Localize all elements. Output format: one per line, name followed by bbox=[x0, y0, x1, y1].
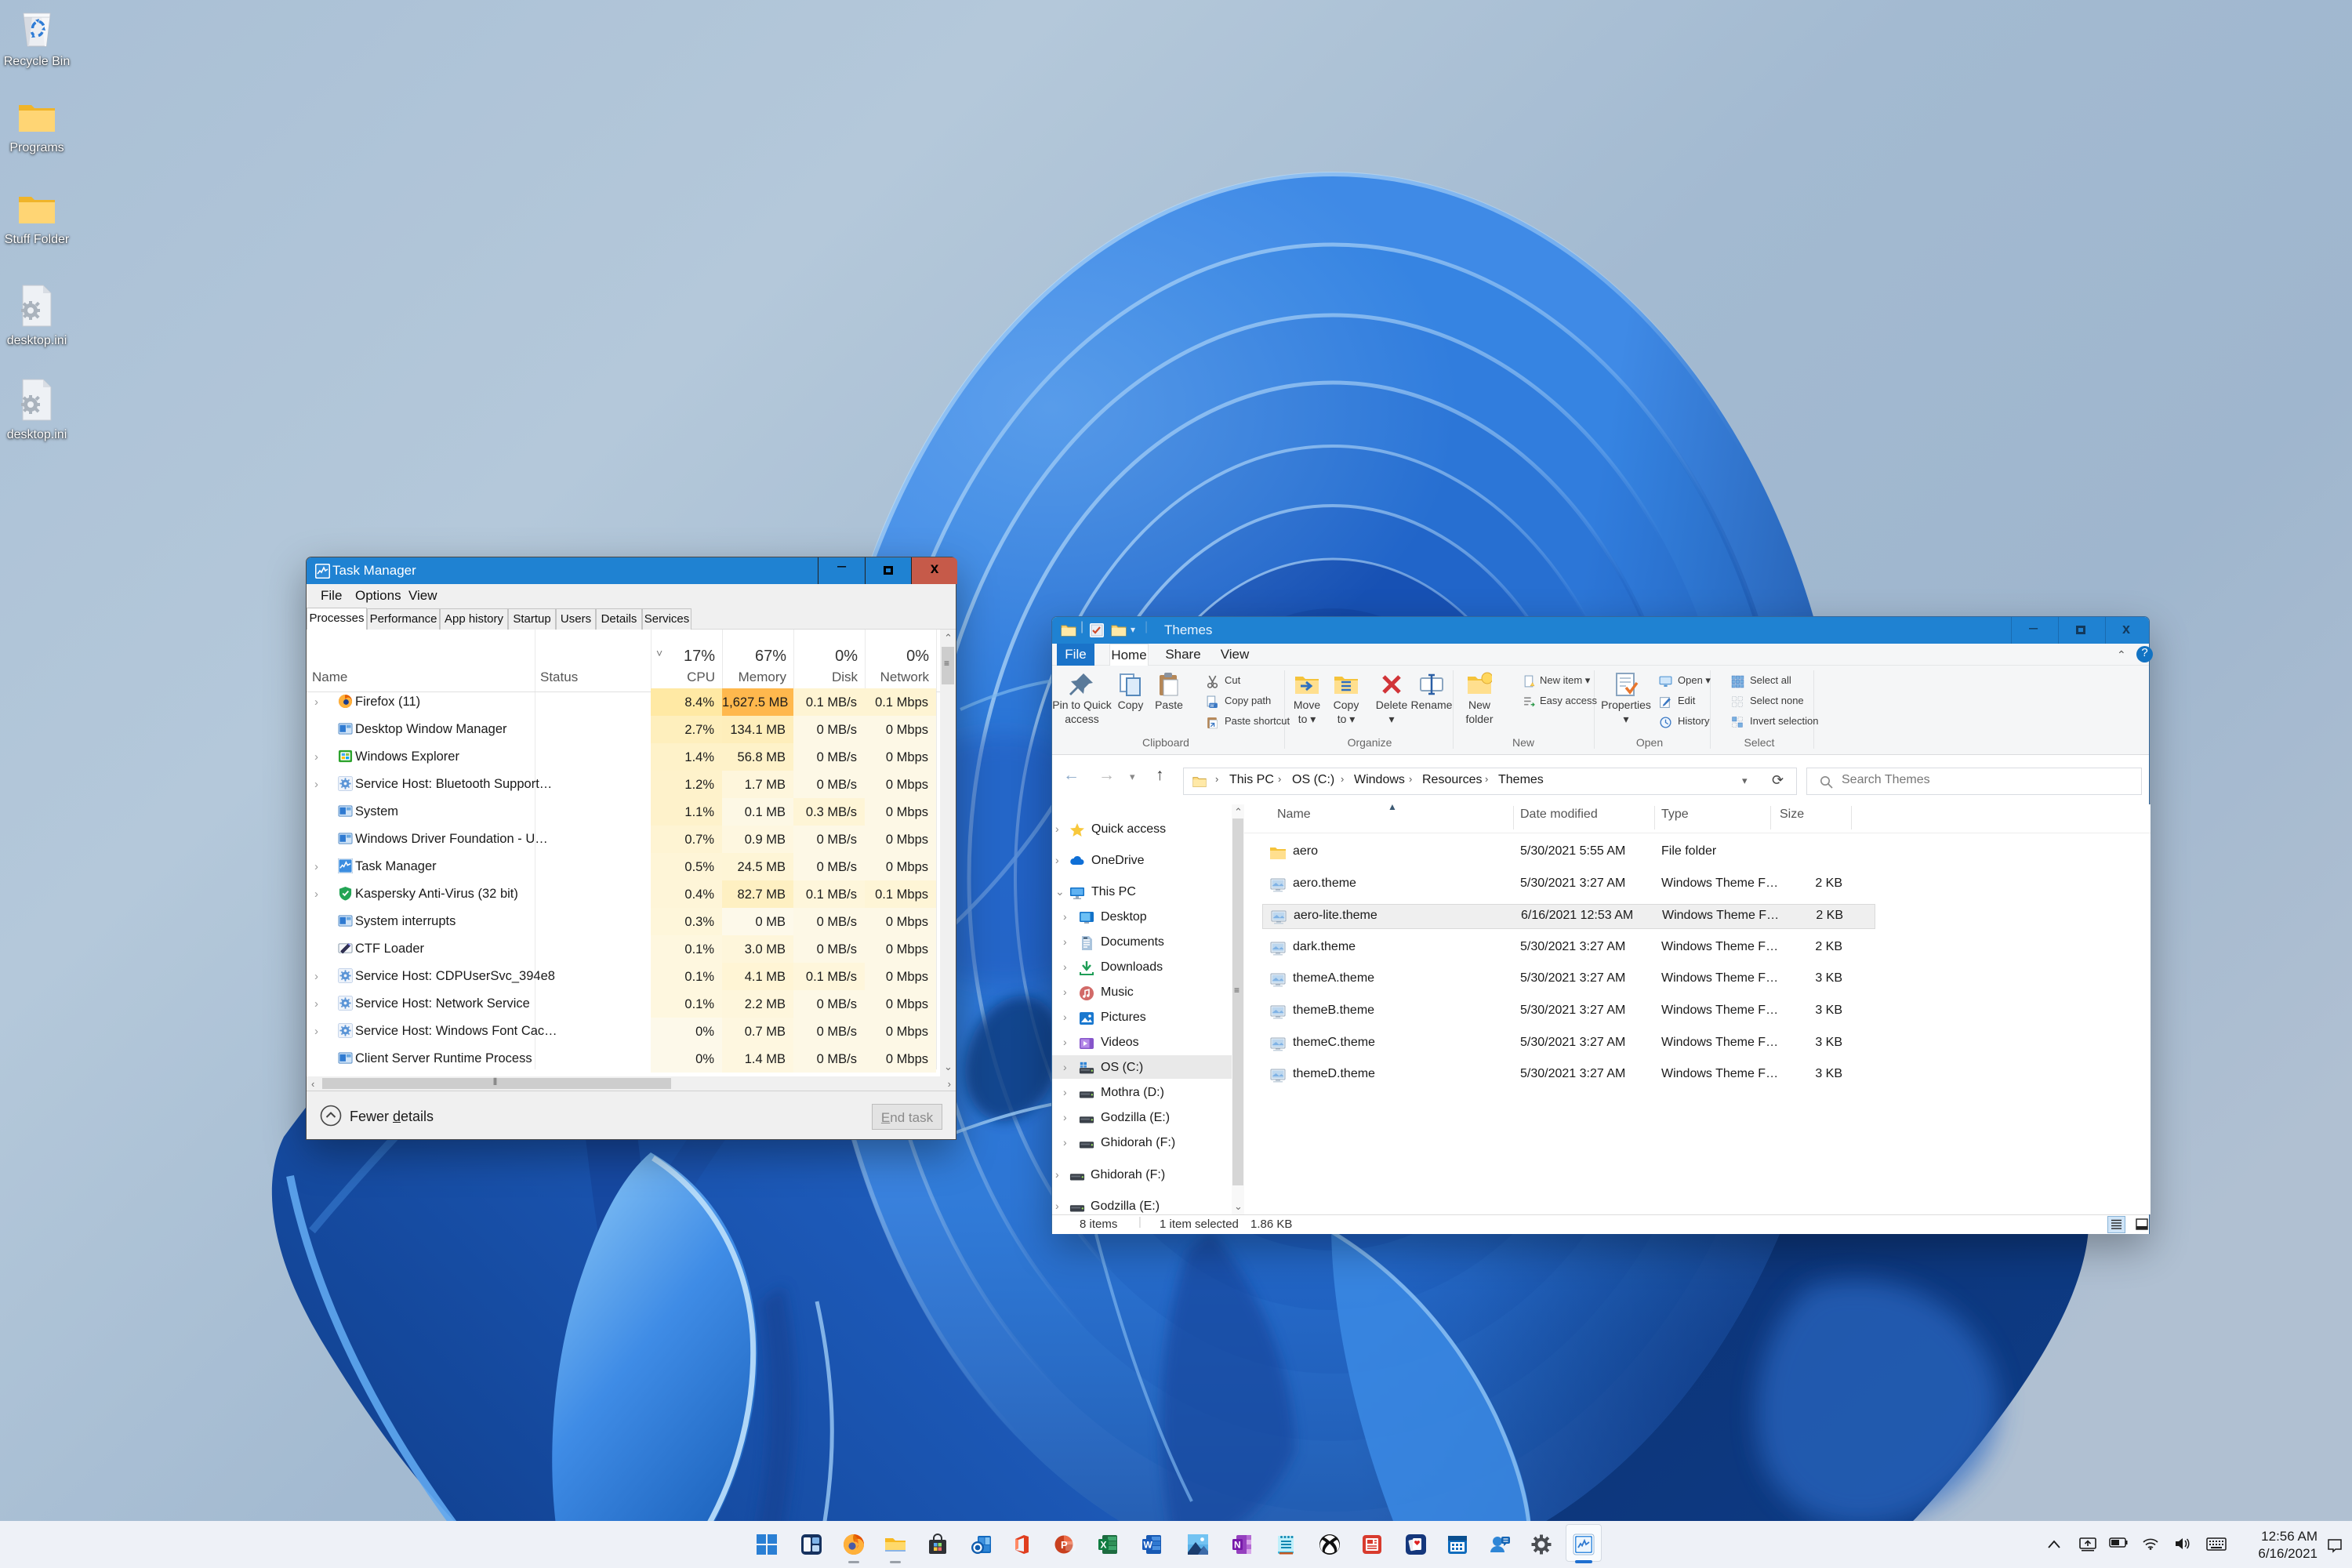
svg-text:N: N bbox=[1234, 1540, 1241, 1551]
svg-text:W: W bbox=[1144, 1540, 1153, 1551]
svg-text:W: W bbox=[1210, 704, 1214, 709]
svg-text:P: P bbox=[1061, 1539, 1068, 1551]
svg-text:X: X bbox=[1101, 1540, 1107, 1551]
